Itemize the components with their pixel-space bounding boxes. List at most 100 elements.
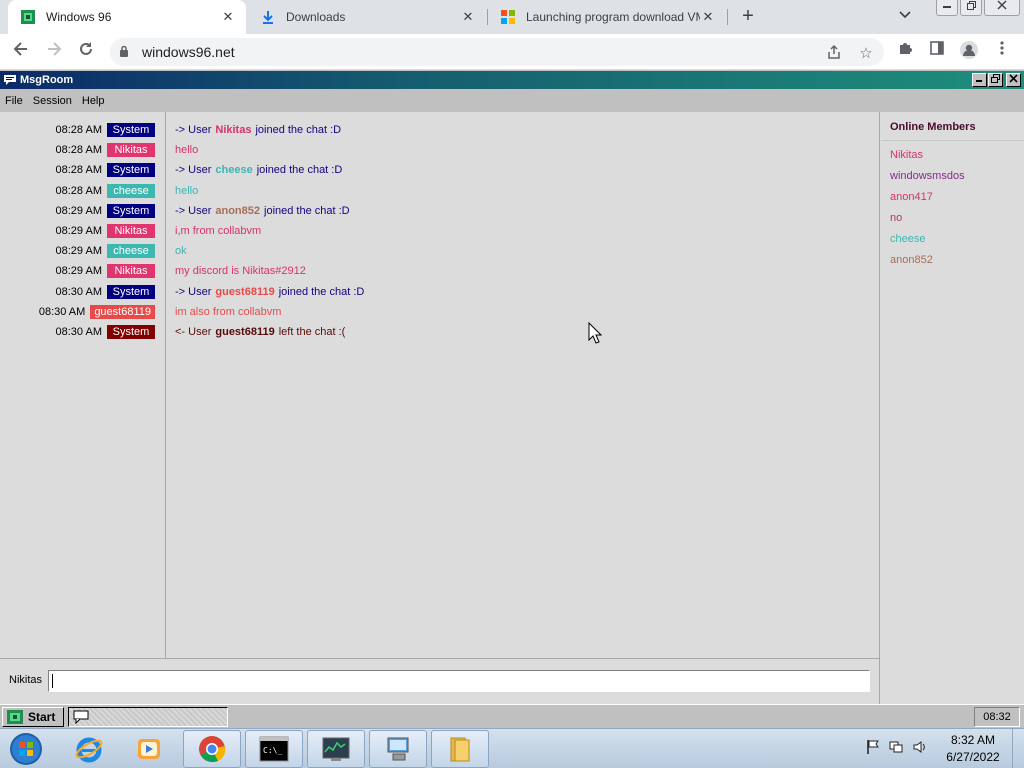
message-time: 08:29 AM [55,224,102,237]
browser-tab-strip: Windows 96 ✕ Downloads ✕ Launching progr… [0,0,1024,34]
w96-taskbar: Start 08:32 [0,704,1024,728]
nickname-badge[interactable]: Nikitas [107,263,155,278]
tab-title: Launching program download VM [526,10,700,24]
browser-toolbar: windows96.net ☆ [0,34,1024,70]
event-prefix: -> User [175,204,212,217]
tab-windows96[interactable]: Windows 96 ✕ [8,0,246,34]
start-button[interactable]: Start [2,707,64,727]
tab-title: Windows 96 [46,10,112,24]
reload-icon[interactable] [74,40,98,64]
profile-avatar-icon[interactable] [959,40,979,60]
message-meta: 08:30 AM System [56,284,155,299]
browser-menu-icon[interactable] [992,40,1012,60]
member-item[interactable]: anon417 [890,191,933,203]
forward-arrow-icon[interactable] [42,40,66,64]
lock-icon[interactable] [119,45,129,58]
remote-desktop-icon[interactable] [369,730,427,768]
nickname-badge[interactable]: guest68119 [90,304,155,319]
nickname-badge[interactable]: System [107,284,155,299]
nickname-badge[interactable]: System [107,122,155,137]
windows-start-orb-icon[interactable] [6,731,46,767]
tab-search-chevron-icon[interactable] [896,8,914,26]
message-row: <- User guest68119 left the chat :( [175,324,345,339]
chrome-icon[interactable] [183,730,241,768]
message-meta: 08:29 AM cheese [56,243,155,258]
tab-launching-program[interactable]: Launching program download VM ✕ [488,0,726,34]
restore-window-icon[interactable] [960,0,982,16]
member-item[interactable]: windowsmsdos [890,170,965,182]
show-desktop-button[interactable] [1012,729,1024,768]
nickname-badge[interactable]: cheese [107,183,155,198]
message-timestamp-column: 08:28 AM System 08:28 AM Nikitas 08:28 AM Sys… [0,112,166,658]
system-tray [866,739,928,758]
message-time: 08:29 AM [55,264,102,277]
nickname-badge[interactable]: Nikitas [107,223,155,238]
message-meta: 08:29 AM System [56,203,155,218]
task-manager-icon[interactable] [307,730,365,768]
command-prompt-icon[interactable]: C:\_ [245,730,303,768]
event-prefix: <- User [175,325,212,338]
side-panel-icon[interactable] [927,40,947,60]
action-center-flag-icon[interactable] [866,739,880,758]
nickname-badge[interactable]: cheese [107,243,155,258]
message-row: hello [175,183,198,198]
event-suffix: left the chat :( [278,325,346,338]
message-time: 08:30 AM [55,325,102,338]
member-item[interactable]: anon852 [890,254,933,266]
message-text: hello [175,184,199,197]
w7-date: 6/27/2022 [946,750,1000,764]
media-player-icon[interactable] [120,730,178,768]
chat-bubble-icon [4,75,16,85]
tab-downloads[interactable]: Downloads ✕ [248,0,486,34]
online-members-panel: Online Members Nikitas windowsmsdos anon41… [879,112,1024,704]
minimize-icon[interactable] [972,73,987,87]
message-text: hello [175,143,199,156]
nickname-badge[interactable]: System [107,203,155,218]
taskbar-item-msgroom[interactable] [68,707,228,727]
menu-session[interactable]: Session [33,95,72,107]
bookmark-star-icon[interactable]: ☆ [856,44,876,64]
volume-speaker-icon[interactable] [912,739,928,758]
message-text: im also from collabvm [175,305,282,318]
new-tab-button[interactable]: + [736,5,760,29]
w7-clock[interactable]: 8:32 AM 6/27/2022 [940,732,1006,766]
msgroom-client-area: 08:28 AM System 08:28 AM Nikitas 08:28 AM Sys… [0,112,1024,704]
event-username[interactable]: Nikitas [215,124,251,136]
minimize-window-icon[interactable] [936,0,958,16]
member-item[interactable]: Nikitas [890,149,923,161]
msgroom-title-bar[interactable]: MsgRoom [0,71,1024,89]
event-prefix: -> User [175,285,212,298]
nickname-badge[interactable]: Nikitas [107,142,155,157]
close-tab-icon[interactable]: ✕ [460,9,476,25]
close-tab-icon[interactable]: ✕ [700,9,716,25]
nickname-badge[interactable]: System [107,162,155,177]
event-username[interactable]: guest68119 [215,326,274,338]
member-item[interactable]: no [890,212,902,224]
file-explorer-folder-icon[interactable] [431,730,489,768]
message-log[interactable]: -> User Nikitas joined the chat :D hello -> … [166,112,879,658]
close-window-icon[interactable] [984,0,1020,16]
close-tab-icon[interactable]: ✕ [220,9,236,25]
message-meta: 08:30 AM guest68119 [39,304,155,319]
w96-clock[interactable]: 08:32 [974,707,1020,727]
message-input[interactable] [48,670,870,692]
maximize-icon[interactable] [988,73,1003,87]
message-meta: 08:29 AM Nikitas [56,263,155,278]
internet-explorer-icon[interactable] [60,730,118,768]
event-username[interactable]: guest68119 [215,286,274,298]
svg-text:C:\_: C:\_ [263,746,282,755]
event-username[interactable]: anon852 [215,205,260,217]
close-icon[interactable] [1006,73,1021,87]
extensions-puzzle-icon[interactable] [896,40,916,60]
menu-help[interactable]: Help [82,95,105,107]
address-bar[interactable]: windows96.net ☆ [110,38,884,66]
back-arrow-icon[interactable] [9,40,33,64]
nickname-badge[interactable]: System [107,324,155,339]
message-time: 08:30 AM [38,305,86,318]
member-item[interactable]: cheese [890,233,925,245]
network-icon[interactable] [888,739,904,758]
menu-file[interactable]: File [5,95,23,107]
share-icon[interactable] [824,44,844,64]
event-username[interactable]: cheese [215,164,252,176]
message-meta: 08:28 AM Nikitas [56,142,155,157]
